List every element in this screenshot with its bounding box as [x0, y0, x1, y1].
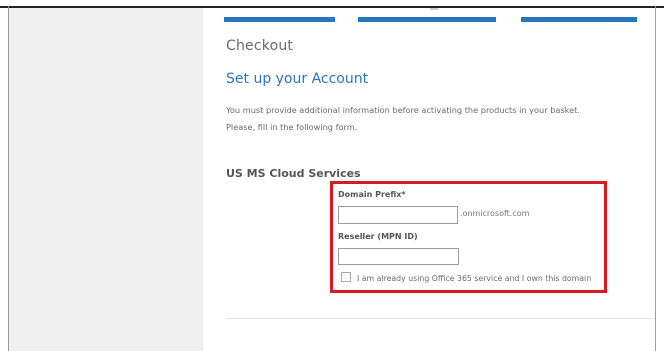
existing-domain-checkbox[interactable]: [341, 272, 351, 282]
domain-suffix: .onmicrosoft.com: [460, 209, 530, 218]
progress-step-3: [521, 17, 637, 22]
domain-prefix-input[interactable]: [338, 206, 458, 224]
reseller-label: Reseller (MPN ID): [338, 232, 418, 241]
reseller-input[interactable]: [338, 248, 459, 265]
progress-step-1: [224, 17, 335, 22]
existing-domain-label[interactable]: I am already using Office 365 service an…: [357, 274, 591, 283]
right-border: [655, 6, 656, 351]
content-divider: [226, 318, 654, 319]
section-title: US MS Cloud Services: [226, 167, 361, 180]
step-indicator-marker: [430, 8, 438, 10]
account-heading: Set up your Account: [226, 71, 369, 87]
page-title: Checkout: [226, 38, 294, 54]
progress-step-2: [358, 17, 496, 22]
left-sidebar: [9, 8, 203, 351]
info-line-2: Please, fill in the following form.: [226, 122, 358, 132]
info-line-1: You must provide additional information …: [226, 105, 580, 115]
domain-prefix-label: Domain Prefix*: [338, 190, 406, 199]
info-text: You must provide additional information …: [226, 102, 646, 136]
